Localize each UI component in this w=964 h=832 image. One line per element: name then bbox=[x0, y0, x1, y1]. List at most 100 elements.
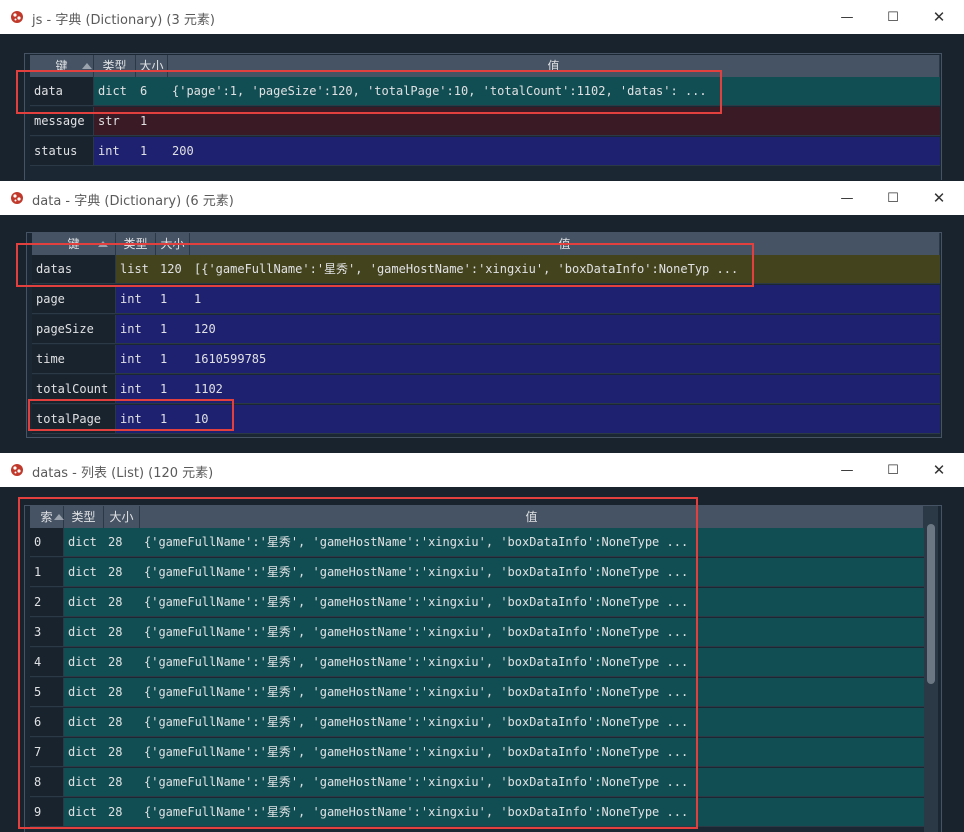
column-header-type[interactable]: 类型 bbox=[116, 233, 156, 255]
cell-value: 1610599785 bbox=[190, 345, 940, 374]
table-row[interactable]: totalCount int 1 1102 bbox=[32, 375, 940, 404]
minimize-icon: — bbox=[840, 462, 854, 478]
maximize-icon: ☐ bbox=[887, 190, 899, 206]
cell-type: int bbox=[116, 285, 156, 314]
minimize-button[interactable]: — bbox=[824, 0, 870, 34]
table-row[interactable]: time int 1 1610599785 bbox=[32, 345, 940, 374]
column-header-type[interactable]: 类型 bbox=[64, 506, 104, 528]
table-row[interactable]: 6 dict 28 {'gameFullName':'星秀', 'gameHostNa… bbox=[30, 708, 924, 737]
cell-type: dict bbox=[64, 588, 104, 617]
cell-key: 7 bbox=[30, 738, 64, 767]
cell-size: 28 bbox=[104, 738, 140, 767]
title-bar[interactable]: js - 字典 (Dictionary) (3 元素) — ☐ ✕ bbox=[0, 0, 964, 34]
minimize-button[interactable]: — bbox=[824, 453, 870, 487]
cell-key: message bbox=[30, 107, 94, 136]
table-row[interactable]: data dict 6 {'page':1, 'pageSize':120, 'tot… bbox=[30, 77, 940, 106]
maximize-button[interactable]: ☐ bbox=[870, 181, 916, 215]
title-bar[interactable]: datas - 列表 (List) (120 元素) — ☐ ✕ bbox=[0, 453, 964, 487]
close-icon: ✕ bbox=[932, 461, 946, 479]
cell-size: 28 bbox=[104, 708, 140, 737]
column-header-value[interactable]: 值 bbox=[190, 233, 940, 255]
sort-ascending-icon[interactable] bbox=[98, 241, 108, 247]
close-button[interactable]: ✕ bbox=[916, 181, 962, 215]
column-header-value[interactable]: 值 bbox=[168, 55, 940, 77]
cell-size: 1 bbox=[156, 345, 190, 374]
cell-key: 6 bbox=[30, 708, 64, 737]
cell-type: dict bbox=[64, 738, 104, 767]
cell-value: {'gameFullName':'星秀', 'gameHostName':'xi… bbox=[140, 798, 924, 827]
cell-key: page bbox=[32, 285, 116, 314]
column-header-type[interactable]: 类型 bbox=[94, 55, 136, 77]
table-row[interactable]: 9 dict 28 {'gameFullName':'星秀', 'gameHostNa… bbox=[30, 798, 924, 827]
cell-value: {'page':1, 'pageSize':120, 'totalPage':1… bbox=[168, 77, 940, 106]
table-row[interactable]: 7 dict 28 {'gameFullName':'星秀', 'gameHostNa… bbox=[30, 738, 924, 767]
cell-key: pageSize bbox=[32, 315, 116, 344]
cell-type: dict bbox=[94, 77, 136, 106]
cell-type: dict bbox=[64, 798, 104, 827]
cell-type: dict bbox=[64, 558, 104, 587]
scrollbar-thumb[interactable] bbox=[927, 524, 935, 684]
cell-type: int bbox=[116, 375, 156, 404]
cell-type: dict bbox=[64, 678, 104, 707]
sort-ascending-icon[interactable] bbox=[82, 63, 92, 69]
cell-size: 28 bbox=[104, 768, 140, 797]
cell-key: 4 bbox=[30, 648, 64, 677]
cell-value: {'gameFullName':'星秀', 'gameHostName':'xi… bbox=[140, 738, 924, 767]
table-row[interactable]: 3 dict 28 {'gameFullName':'星秀', 'gameHostNa… bbox=[30, 618, 924, 647]
cell-key: totalCount bbox=[32, 375, 116, 404]
maximize-icon: ☐ bbox=[887, 9, 899, 25]
cell-size: 1 bbox=[156, 375, 190, 404]
column-header-value[interactable]: 值 bbox=[140, 506, 924, 528]
cell-size: 28 bbox=[104, 528, 140, 557]
vertical-scrollbar[interactable] bbox=[924, 506, 938, 832]
cell-type: str bbox=[94, 107, 136, 136]
maximize-button[interactable]: ☐ bbox=[870, 0, 916, 34]
table-row[interactable]: 0 dict 28 {'gameFullName':'星秀', 'gameHostNa… bbox=[30, 528, 924, 557]
cell-key: 5 bbox=[30, 678, 64, 707]
table-row[interactable]: 2 dict 28 {'gameFullName':'星秀', 'gameHostNa… bbox=[30, 588, 924, 617]
cell-key: time bbox=[32, 345, 116, 374]
table-row[interactable]: 4 dict 28 {'gameFullName':'星秀', 'gameHostNa… bbox=[30, 648, 924, 677]
cell-key: 0 bbox=[30, 528, 64, 557]
cell-value: 1 bbox=[190, 285, 940, 314]
minimize-button[interactable]: — bbox=[824, 181, 870, 215]
cell-value: {'gameFullName':'星秀', 'gameHostName':'xi… bbox=[140, 528, 924, 557]
cell-size: 28 bbox=[104, 798, 140, 827]
table-row[interactable]: page int 1 1 bbox=[32, 285, 940, 314]
table-row[interactable]: 8 dict 28 {'gameFullName':'星秀', 'gameHostNa… bbox=[30, 768, 924, 797]
cell-size: 120 bbox=[156, 255, 190, 284]
column-header-size[interactable]: 大小 bbox=[104, 506, 140, 528]
table-row[interactable]: 5 dict 28 {'gameFullName':'星秀', 'gameHostNa… bbox=[30, 678, 924, 707]
table-row[interactable]: 1 dict 28 {'gameFullName':'星秀', 'gameHostNa… bbox=[30, 558, 924, 587]
cell-value: {'gameFullName':'星秀', 'gameHostName':'xi… bbox=[140, 648, 924, 677]
cell-type: int bbox=[116, 315, 156, 344]
table-row[interactable]: totalPage int 1 10 bbox=[32, 405, 940, 434]
cell-key: data bbox=[30, 77, 94, 106]
app-icon bbox=[10, 463, 24, 477]
sort-ascending-icon[interactable] bbox=[54, 514, 64, 520]
cell-value: {'gameFullName':'星秀', 'gameHostName':'xi… bbox=[140, 678, 924, 707]
cell-key: 2 bbox=[30, 588, 64, 617]
cell-value: [{'gameFullName':'星秀', 'gameHostName':'x… bbox=[190, 255, 940, 284]
cell-key: totalPage bbox=[32, 405, 116, 434]
table-header: 键类型 大小值 bbox=[30, 55, 940, 77]
column-header-size[interactable]: 大小 bbox=[136, 55, 168, 77]
maximize-button[interactable]: ☐ bbox=[870, 453, 916, 487]
cell-type: dict bbox=[64, 618, 104, 647]
cell-value: {'gameFullName':'星秀', 'gameHostName':'xi… bbox=[140, 588, 924, 617]
minimize-icon: — bbox=[840, 190, 854, 206]
table-row[interactable]: datas list 120 [{'gameFullName':'星秀', 'game… bbox=[32, 255, 940, 284]
app-icon bbox=[10, 191, 24, 205]
cell-size: 28 bbox=[104, 648, 140, 677]
maximize-icon: ☐ bbox=[887, 462, 899, 478]
close-button[interactable]: ✕ bbox=[916, 453, 962, 487]
cell-key: 9 bbox=[30, 798, 64, 827]
table-row[interactable]: message str 1 bbox=[30, 107, 940, 136]
cell-size: 1 bbox=[156, 285, 190, 314]
close-button[interactable]: ✕ bbox=[916, 0, 962, 34]
column-header-size[interactable]: 大小 bbox=[156, 233, 190, 255]
title-bar[interactable]: data - 字典 (Dictionary) (6 元素) — ☐ ✕ bbox=[0, 181, 964, 215]
table-row[interactable]: pageSize int 1 120 bbox=[32, 315, 940, 344]
table-row[interactable]: status int 1 200 bbox=[30, 137, 940, 166]
cell-value: {'gameFullName':'星秀', 'gameHostName':'xi… bbox=[140, 558, 924, 587]
